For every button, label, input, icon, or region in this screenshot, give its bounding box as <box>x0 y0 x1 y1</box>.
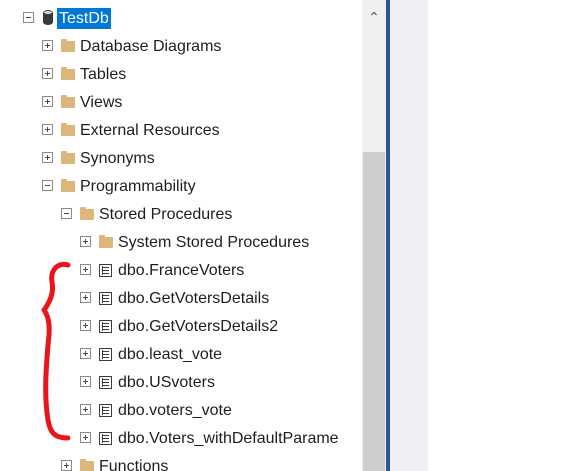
folder-icon <box>80 459 94 471</box>
tree-node-synonyms[interactable]: Synonyms <box>0 145 362 173</box>
tree-node-views[interactable]: Views <box>0 89 362 117</box>
scrollbar-thumb[interactable] <box>363 152 385 471</box>
object-explorer-tree: TestDb Database Diagrams Tables Views Ex… <box>0 0 362 471</box>
tree-node-label: Stored Procedures <box>99 206 233 223</box>
stored-procedure-icon <box>99 376 112 389</box>
collapse-icon[interactable] <box>61 208 72 219</box>
tree-node-label: dbo.least_vote <box>118 346 223 363</box>
tree-node-label: dbo.voters_vote <box>118 402 232 419</box>
folder-icon <box>61 67 75 80</box>
tree-node-procedure[interactable]: dbo.GetVotersDetails <box>0 285 362 313</box>
expand-icon[interactable] <box>42 68 53 79</box>
tree-node-tables[interactable]: Tables <box>0 61 362 89</box>
expand-icon[interactable] <box>42 124 53 135</box>
tree-node-testdb[interactable]: TestDb <box>0 5 362 33</box>
expand-icon[interactable] <box>42 40 53 51</box>
tree-node-functions[interactable]: Functions <box>0 453 362 471</box>
expand-icon[interactable] <box>61 460 72 471</box>
folder-icon <box>61 95 75 108</box>
tree-node-label: Tables <box>80 66 127 83</box>
expand-icon[interactable] <box>80 432 91 443</box>
expand-icon[interactable] <box>80 292 91 303</box>
folder-icon <box>61 123 75 136</box>
folder-icon <box>61 39 75 52</box>
tree-node-procedure[interactable]: dbo.least_vote <box>0 341 362 369</box>
expand-icon[interactable] <box>80 320 91 331</box>
tree-node-label: External Resources <box>80 122 220 139</box>
tree-node-system-stored-procedures[interactable]: System Stored Procedures <box>0 229 362 257</box>
expand-icon[interactable] <box>80 236 91 247</box>
object-explorer-screen: TestDb Database Diagrams Tables Views Ex… <box>0 0 565 471</box>
scroll-up-arrow-icon[interactable]: ⌃ <box>362 0 386 34</box>
expand-icon[interactable] <box>42 96 53 107</box>
tree-node-procedure[interactable]: dbo.voters_vote <box>0 397 362 425</box>
expand-icon[interactable] <box>80 264 91 275</box>
tree-node-label: Database Diagrams <box>80 38 222 55</box>
tree-node-label: Views <box>80 94 123 111</box>
tree-node-label: dbo.FranceVoters <box>118 262 245 279</box>
tree-node-external-resources[interactable]: External Resources <box>0 117 362 145</box>
vertical-scrollbar[interactable]: ⌃ <box>362 0 386 471</box>
stored-procedure-icon <box>99 348 112 361</box>
folder-icon <box>80 207 94 220</box>
tree-node-label: dbo.USvoters <box>118 374 215 391</box>
tree-node-procedure[interactable]: dbo.USvoters <box>0 369 362 397</box>
folder-icon <box>61 151 75 164</box>
folder-icon <box>61 179 75 192</box>
expand-icon[interactable] <box>42 152 53 163</box>
stored-procedure-icon <box>99 264 112 277</box>
expand-icon[interactable] <box>80 376 91 387</box>
stored-procedure-icon <box>99 432 112 445</box>
expand-icon[interactable] <box>80 348 91 359</box>
tree-node-label: TestDb <box>57 8 111 29</box>
tree-node-programmability[interactable]: Programmability <box>0 173 362 201</box>
database-icon <box>43 10 53 25</box>
tree-node-procedure[interactable]: dbo.FranceVoters <box>0 257 362 285</box>
tree-node-label: dbo.Voters_withDefaultParame <box>118 430 339 447</box>
expand-icon[interactable] <box>80 404 91 415</box>
tree-node-database-diagrams[interactable]: Database Diagrams <box>0 33 362 61</box>
tree-node-procedure[interactable]: dbo.Voters_withDefaultParame <box>0 425 362 453</box>
tree-node-label: Synonyms <box>80 150 155 167</box>
folder-icon <box>99 235 113 248</box>
tree-node-label: System Stored Procedures <box>118 234 310 251</box>
stored-procedure-icon <box>99 292 112 305</box>
collapse-icon[interactable] <box>23 12 34 23</box>
tree-node-stored-procedures[interactable]: Stored Procedures <box>0 201 362 229</box>
blank-area <box>428 0 565 471</box>
stored-procedure-icon <box>99 320 112 333</box>
right-pane-edge <box>390 0 428 471</box>
tree-node-label: dbo.GetVotersDetails2 <box>118 318 279 335</box>
collapse-icon[interactable] <box>42 180 53 191</box>
tree-node-label: dbo.GetVotersDetails <box>118 290 270 307</box>
tree-node-label: Functions <box>99 458 169 471</box>
tree-node-label: Programmability <box>80 178 196 195</box>
stored-procedure-icon <box>99 404 112 417</box>
tree-node-procedure[interactable]: dbo.GetVotersDetails2 <box>0 313 362 341</box>
